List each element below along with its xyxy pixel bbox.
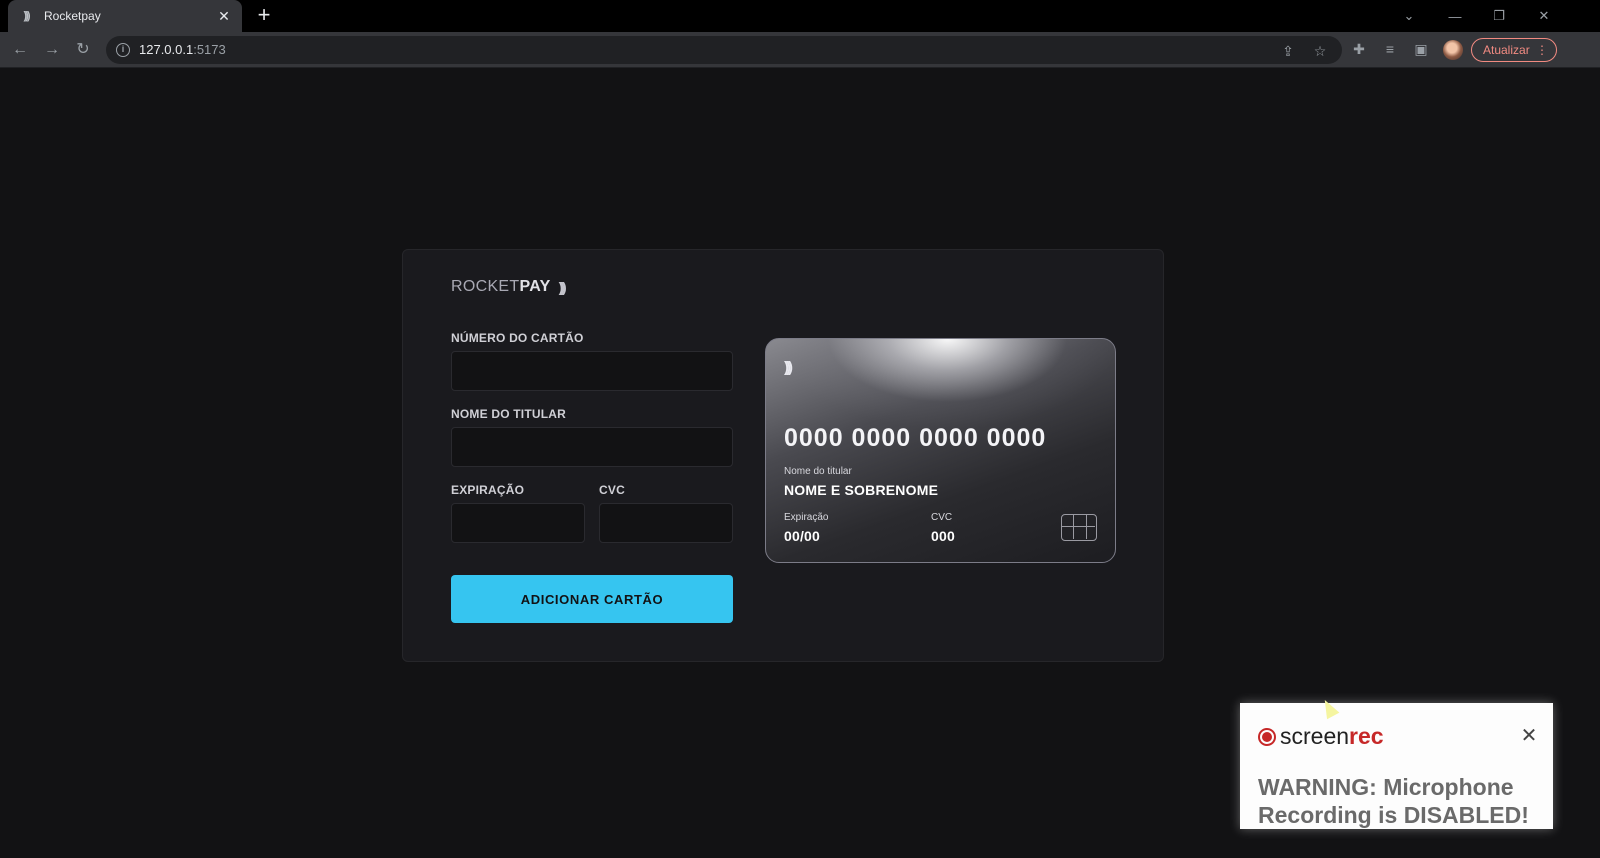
holder-name-label: NOME DO TITULAR	[451, 407, 566, 421]
forward-icon[interactable]: →	[40, 38, 64, 62]
rocketpay-logo: ROCKET PAY )))	[451, 278, 567, 296]
holder-name-preview: NOME E SOBRENOME	[784, 482, 939, 498]
back-icon[interactable]: ←	[8, 38, 32, 62]
close-tab-icon[interactable]: ✕	[216, 8, 232, 24]
card-number-input[interactable]	[451, 351, 733, 391]
tab-strip: ))) Rocketpay ✕ + ⌄ — ❐ ✕	[0, 0, 1600, 32]
screenrec-logo: screen rec	[1258, 723, 1384, 750]
card-preview: ))) 0000 0000 0000 0000 Nome do titular …	[765, 338, 1116, 563]
card-chip-icon	[1061, 514, 1097, 541]
extensions-icon[interactable]: ✚	[1350, 40, 1368, 58]
url-host: 127.0.0.1	[139, 42, 194, 57]
profile-avatar[interactable]	[1443, 40, 1463, 60]
expiry-caption: Expiração	[784, 512, 829, 523]
holder-caption: Nome do titular	[784, 466, 852, 477]
contactless-favicon-icon: )))	[23, 10, 31, 22]
update-label: Atualizar	[1483, 43, 1530, 57]
card-number-label: NÚMERO DO CARTÃO	[451, 331, 584, 345]
holder-name-input[interactable]	[451, 427, 733, 467]
cvc-label: CVC	[599, 483, 625, 497]
contactless-icon: )))	[558, 279, 567, 295]
tab-search-icon[interactable]: ⌄	[1396, 0, 1422, 32]
screenrec-popup: screen rec ✕ WARNING: Microphone Recordin…	[1240, 703, 1553, 829]
tab-rocketpay[interactable]: ))) Rocketpay ✕	[8, 0, 242, 32]
screenrec-brand-bold: rec	[1349, 723, 1384, 749]
cvc-preview: 000	[931, 528, 955, 544]
share-icon[interactable]: ⇪	[1279, 42, 1297, 60]
screenrec-brand-light: screen	[1280, 723, 1350, 749]
menu-icon[interactable]: ⋮	[1536, 39, 1548, 61]
expiry-label: EXPIRAÇÃO	[451, 483, 525, 497]
microphone-warning: WARNING: Microphone Recording is DISABLE…	[1258, 774, 1529, 828]
side-panel-icon[interactable]: ▣	[1412, 40, 1430, 58]
record-icon	[1258, 727, 1276, 746]
checkout-panel: ROCKET PAY ))) NÚMERO DO CARTÃO NOME DO …	[402, 249, 1164, 662]
url-text: 127.0.0.1:5173	[139, 42, 226, 57]
update-button[interactable]: Atualizar ⋮	[1471, 38, 1557, 62]
contactless-icon: )))	[784, 359, 793, 376]
expiry-preview: 00/00	[784, 528, 821, 544]
restore-icon[interactable]: ❐	[1486, 0, 1512, 32]
star-icon[interactable]: ☆	[1311, 42, 1329, 60]
tab-title: Rocketpay	[44, 9, 101, 23]
card-number-preview: 0000 0000 0000 0000	[784, 424, 1047, 452]
cvc-input[interactable]	[599, 503, 733, 543]
close-icon[interactable]: ✕	[1520, 726, 1538, 746]
browser-toolbar: ← → ↻ i 127.0.0.1:5173 ⇪ ☆ ✚ ≡ ▣	[0, 32, 1600, 68]
cvc-caption: CVC	[931, 512, 953, 523]
reload-icon[interactable]: ↻	[71, 38, 95, 62]
new-tab-button[interactable]: +	[254, 4, 274, 28]
url-port: :5173	[193, 42, 226, 57]
logo-rocket: ROCKET	[451, 278, 520, 295]
media-icon[interactable]: ≡	[1381, 40, 1399, 58]
info-icon[interactable]: i	[116, 43, 130, 57]
window-close-icon[interactable]: ✕	[1531, 0, 1557, 32]
add-card-button[interactable]: ADICIONAR CARTÃO	[451, 575, 733, 623]
minimize-icon[interactable]: —	[1442, 0, 1468, 32]
expiry-input[interactable]	[451, 503, 585, 543]
logo-pay: PAY	[519, 278, 551, 295]
address-bar[interactable]: i 127.0.0.1:5173 ⇪ ☆	[106, 36, 1342, 64]
